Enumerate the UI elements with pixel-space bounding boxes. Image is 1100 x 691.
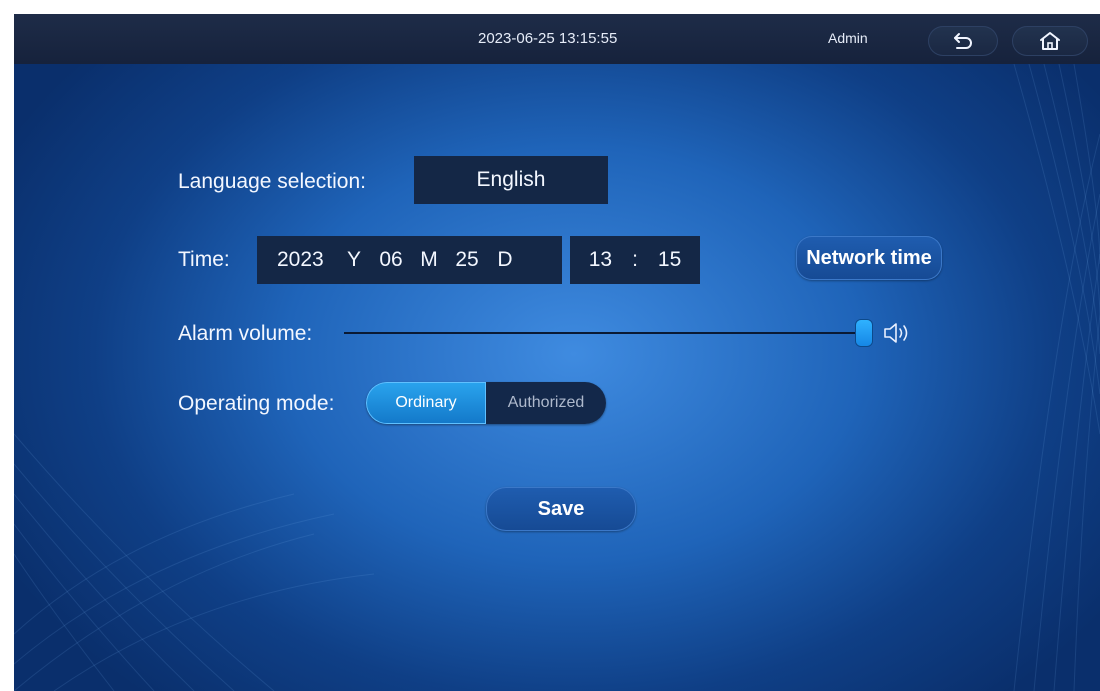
mode-authorized-option[interactable]: Authorized [486,382,606,424]
network-time-label: Network time [806,246,932,269]
year-unit: Y [346,248,361,271]
top-status-bar: 2023-06-25 13:15:55 Admin [14,14,1100,64]
volume-slider-handle[interactable] [856,320,872,346]
back-button[interactable] [928,26,998,56]
network-time-button[interactable]: Network time [796,236,942,280]
background-mesh-decoration [14,63,1100,691]
language-label: Language selection: [178,170,366,193]
time-label: Time: [178,248,230,271]
volume-slider-track[interactable] [344,332,864,334]
settings-screen: 2023-06-25 13:15:55 Admin Language selec… [14,14,1100,691]
hour-value: 13 [588,248,613,271]
mode-ordinary-option[interactable]: Ordinary [366,382,486,424]
home-icon [1040,32,1060,50]
home-button[interactable] [1012,26,1088,56]
alarm-volume-label: Alarm volume: [178,322,313,345]
day-unit: D [497,248,513,271]
current-user: Admin [828,30,868,46]
time-separator: : [632,248,638,271]
day-value: 25 [455,248,479,271]
status-datetime: 2023-06-25 13:15:55 [478,30,618,47]
year-value: 2023 [277,248,324,271]
month-value: 06 [379,248,403,271]
minute-value: 15 [657,248,682,271]
language-value: English [476,168,546,191]
language-select[interactable]: English [414,156,608,204]
operating-mode-label: Operating mode: [178,392,335,415]
save-label: Save [537,497,585,520]
speaker-icon [884,323,908,343]
date-field[interactable]: 2023 Y 06 M 25 D [257,236,562,284]
clock-field[interactable]: 13 : 15 [570,236,700,284]
back-arrow-icon [954,33,972,49]
month-unit: M [420,248,438,271]
operating-mode-toggle: Ordinary Authorized [366,382,606,424]
save-button[interactable]: Save [486,487,636,531]
